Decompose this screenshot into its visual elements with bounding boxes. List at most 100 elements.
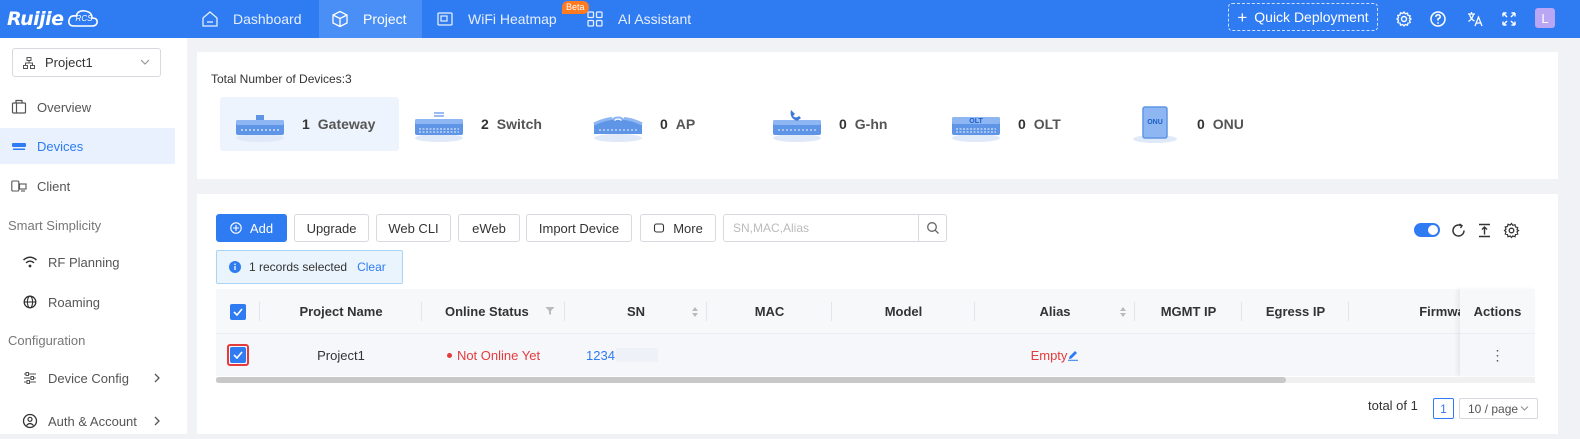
sidebar-item-roaming[interactable]: Roaming: [0, 284, 175, 320]
chevron-down-icon: [1520, 406, 1529, 411]
logo-badge: RCS: [75, 14, 93, 23]
column-header-alias: Alias: [975, 289, 1135, 334]
edit-pencil-icon[interactable]: [1067, 349, 1079, 361]
project-select[interactable]: Project1: [12, 48, 161, 77]
section-configuration: Configuration: [8, 333, 86, 348]
ap-count: 0: [660, 116, 668, 132]
more-button[interactable]: More: [640, 214, 716, 242]
more-button-label: More: [673, 220, 703, 236]
cell-sn: 1234: [586, 334, 707, 376]
check-icon: [233, 351, 243, 359]
beta-badge: Beta: [562, 1, 589, 14]
ap-label: AP: [675, 116, 696, 132]
cell-model: [832, 334, 975, 376]
column-settings-icon[interactable]: [1503, 222, 1520, 239]
nav-dashboard-label: Dashboard: [233, 11, 302, 27]
sort-icon[interactable]: [1119, 306, 1127, 318]
device-type-olt[interactable]: OLT 0 OLT: [936, 97, 1106, 151]
cell-mac: [707, 334, 832, 376]
alias-text: Empty: [1030, 347, 1068, 363]
column-header-mac-label: MAC: [754, 304, 785, 319]
column-header-project-name: Project Name: [260, 289, 422, 334]
nav-wifi-heatmap[interactable]: WiFi Heatmap: [436, 0, 576, 38]
switch-count: 2: [481, 116, 489, 132]
search-input[interactable]: [723, 214, 919, 242]
olt-label: OLT: [1033, 116, 1061, 132]
sort-icon[interactable]: [691, 306, 699, 318]
column-header-egress-ip: Egress IP: [1242, 289, 1349, 334]
clear-selection-link[interactable]: Clear: [357, 260, 386, 274]
help-icon[interactable]: [1429, 10, 1447, 28]
filter-icon[interactable]: [545, 306, 555, 316]
selection-count-text: 1 records selected: [249, 260, 348, 274]
user-avatar[interactable]: L: [1535, 8, 1555, 28]
quick-deployment-button[interactable]: + Quick Deployment: [1228, 3, 1378, 31]
export-icon[interactable]: [1476, 222, 1493, 239]
switch-label: Switch: [496, 116, 542, 132]
cell-online-status: Not Online Yet: [422, 334, 565, 376]
fullscreen-icon[interactable]: [1500, 10, 1518, 28]
section-smart-simplicity: Smart Simplicity: [8, 218, 102, 233]
sidebar-item-devices-label: Devices: [37, 138, 84, 154]
device-type-gateway[interactable]: 1 Gateway: [220, 97, 399, 151]
horizontal-scrollbar[interactable]: [216, 377, 1535, 383]
table-row[interactable]: Project1 Not Online Yet 1234 Empty: [216, 334, 1535, 376]
ruijie-logo[interactable]: Ruijie RCS: [7, 6, 99, 32]
page-number-button[interactable]: 1: [1433, 398, 1454, 419]
heatmap-icon: [437, 12, 453, 26]
home-icon: [202, 11, 218, 27]
device-type-ap[interactable]: 0 AP: [578, 97, 748, 151]
ghn-label: G-hn: [854, 116, 888, 132]
import-device-button[interactable]: Import Device: [526, 214, 632, 242]
row-checkbox[interactable]: [230, 347, 246, 363]
column-header-mgmt-ip: MGMT IP: [1135, 289, 1242, 334]
search-icon: [926, 222, 939, 234]
column-header-sn-label: SN: [626, 304, 646, 319]
web-cli-button[interactable]: Web CLI: [376, 214, 451, 242]
device-type-onu[interactable]: ONU 0 ONU: [1115, 97, 1285, 151]
olt-count: 0: [1018, 116, 1026, 132]
plus-circle-icon: [230, 222, 242, 234]
sidebar-item-overview[interactable]: Overview: [0, 89, 175, 125]
info-icon: [229, 261, 241, 273]
column-header-online-status-label: Online Status: [445, 304, 529, 319]
scrollbar-thumb[interactable]: [216, 377, 1286, 383]
column-header-project-name-label: Project Name: [299, 304, 383, 319]
nav-ai-assistant[interactable]: AI Assistant: [586, 0, 706, 38]
sidebar-item-rf-planning[interactable]: RF Planning: [0, 244, 175, 280]
chevron-right-icon: [154, 416, 160, 426]
sidebar-item-client[interactable]: Client: [0, 168, 175, 204]
project-tree-icon: [23, 56, 35, 69]
device-type-ghn[interactable]: 0 G-hn: [757, 97, 927, 151]
view-toggle-switch[interactable]: [1414, 223, 1440, 237]
onu-count: 0: [1197, 116, 1205, 132]
gateway-count: 1: [302, 116, 310, 132]
row-select-cell: [226, 334, 250, 376]
switch-device-icon: [415, 112, 463, 142]
device-type-switch[interactable]: 2 Switch: [399, 97, 569, 151]
eweb-button[interactable]: eWeb: [458, 214, 520, 242]
add-button-label: Add: [249, 220, 274, 236]
actions-column: Actions ⋮: [1460, 289, 1535, 376]
sidebar-item-device-config[interactable]: Device Config: [0, 360, 175, 396]
refresh-icon[interactable]: [1450, 222, 1467, 239]
device-table-panel: Add Upgrade Web CLI eWeb Import Device M…: [197, 194, 1558, 434]
sidebar-item-rf-planning-label: RF Planning: [48, 254, 120, 270]
upgrade-button[interactable]: Upgrade: [294, 214, 369, 242]
search-button[interactable]: [918, 214, 947, 242]
language-icon[interactable]: [1466, 10, 1484, 28]
sn-link[interactable]: 1234: [586, 348, 615, 363]
globe-icon: [23, 295, 37, 309]
settings-gear-icon[interactable]: [1395, 10, 1413, 28]
check-icon: [233, 307, 243, 316]
sidebar-item-devices[interactable]: Devices: [0, 128, 175, 164]
olt-device-icon: OLT: [952, 117, 1000, 142]
row-actions-menu-button[interactable]: ⋮: [1460, 334, 1535, 376]
nav-project[interactable]: Project: [319, 0, 422, 38]
selection-info-bar: 1 records selected Clear: [216, 250, 403, 284]
add-button[interactable]: Add: [216, 214, 287, 242]
nav-dashboard[interactable]: Dashboard: [201, 0, 319, 38]
select-all-checkbox[interactable]: [230, 303, 246, 320]
page-size-select[interactable]: 10 / page: [1459, 398, 1538, 419]
overview-icon: [11, 99, 27, 114]
